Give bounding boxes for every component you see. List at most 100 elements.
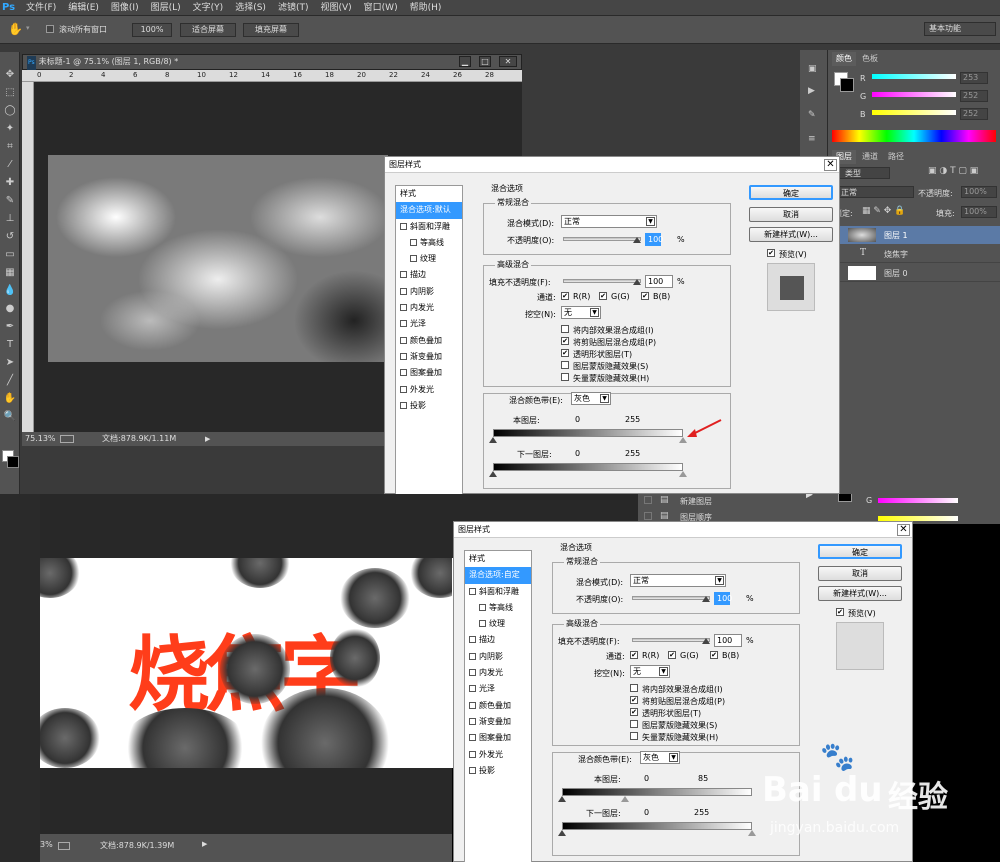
opt-checkbox-5[interactable] <box>561 373 569 381</box>
status-menu-arrow-icon[interactable]: ▶ <box>205 432 210 446</box>
dialog-close-icon[interactable]: ✕ <box>897 524 910 536</box>
fill-opacity-thumb[interactable] <box>702 638 710 644</box>
close-icon[interactable]: ✕ <box>499 56 517 67</box>
preview-checkbox[interactable]: ✔ <box>836 608 844 616</box>
style-item-inner-shadow[interactable]: 内阴影 <box>465 649 531 665</box>
this-layer-black-thumb[interactable] <box>558 796 566 802</box>
move-tool-icon[interactable]: ✥ <box>3 68 17 81</box>
menu-edit[interactable]: 编辑(E) <box>62 0 105 16</box>
menu-filter[interactable]: 滤镜(T) <box>272 0 315 16</box>
new-style-button[interactable]: 新建样式(W)... <box>749 227 833 242</box>
ok-button[interactable]: 确定 <box>749 185 833 200</box>
channel-r-checkbox[interactable]: ✔ <box>630 651 638 659</box>
stamp-tool-icon[interactable]: ⊥ <box>3 212 17 225</box>
blur-tool-icon[interactable]: 💧 <box>3 284 17 297</box>
new-style-button[interactable]: 新建样式(W)... <box>818 586 902 601</box>
style-item-pattern-overlay[interactable]: 图案叠加 <box>396 365 462 381</box>
checkbox[interactable] <box>469 587 476 595</box>
checkbox[interactable] <box>400 320 407 328</box>
fill-screen-button[interactable]: 填充屏幕 <box>243 23 299 37</box>
style-item-blending[interactable]: 混合选项:默认 <box>396 202 462 219</box>
eyedropper-icon[interactable]: ⁄ <box>3 158 17 171</box>
hand-tool-icon[interactable]: ✋ <box>3 392 17 405</box>
menu-window[interactable]: 窗口(W) <box>358 0 404 16</box>
channel-g-checkbox[interactable]: ✔ <box>668 651 676 659</box>
style-item-stroke[interactable]: 描边 <box>465 632 531 648</box>
brush-tool-icon[interactable]: ✎ <box>3 194 17 207</box>
status-menu-arrow-icon[interactable]: ▶ <box>202 840 207 848</box>
tool-preset-dropdown[interactable]: ▾ <box>26 24 30 32</box>
fill-opacity-slider[interactable] <box>563 279 641 283</box>
checkbox[interactable] <box>479 603 486 611</box>
layer-kind-filter[interactable]: 类型 <box>834 167 890 179</box>
channel-g-slider[interactable] <box>872 92 956 97</box>
tab-paths[interactable]: 路径 <box>884 150 908 164</box>
opt-checkbox-3[interactable]: ✔ <box>630 708 638 716</box>
checkbox[interactable] <box>469 636 476 644</box>
checkbox[interactable] <box>400 222 407 230</box>
checkbox[interactable] <box>400 271 407 279</box>
this-layer-black-thumb[interactable] <box>489 437 497 443</box>
menu-select[interactable]: 选择(S) <box>229 0 272 16</box>
checkbox[interactable] <box>400 369 407 377</box>
under-layer-black-thumb[interactable] <box>558 830 566 836</box>
checkbox[interactable] <box>469 685 476 693</box>
marquee-tool-icon[interactable]: ⬚ <box>3 86 17 99</box>
line-tool-icon[interactable]: ╱ <box>3 374 17 387</box>
style-item-outer-glow[interactable]: 外发光 <box>465 747 531 763</box>
blend-if-select[interactable]: 灰色 ▼ <box>571 392 611 405</box>
healing-brush-icon[interactable]: ✚ <box>3 176 17 189</box>
magic-wand-icon[interactable]: ✦ <box>3 122 17 135</box>
scroll-all-checkbox[interactable] <box>46 25 54 33</box>
crop-tool-icon[interactable]: ⌗ <box>3 140 17 153</box>
checkbox[interactable] <box>479 620 486 628</box>
knockout-select[interactable]: 无 ▼ <box>630 665 670 678</box>
opt-checkbox-4[interactable] <box>630 720 638 728</box>
tab-channels[interactable]: 通道 <box>858 150 882 164</box>
checkbox[interactable] <box>410 238 417 246</box>
channel-r-value[interactable]: 253 <box>960 72 988 84</box>
style-item-texture[interactable]: 纹理 <box>396 251 462 267</box>
brush-panel-icon[interactable]: ✎ <box>808 110 816 120</box>
style-item-satin[interactable]: 光泽 <box>465 681 531 697</box>
style-item-color-overlay[interactable]: 颜色叠加 <box>396 333 462 349</box>
fill-opacity-input[interactable]: 100 <box>714 634 742 647</box>
tab-swatches[interactable]: 色板 <box>858 52 882 66</box>
opt-checkbox-2[interactable]: ✔ <box>630 696 638 704</box>
style-item-inner-shadow[interactable]: 内阴影 <box>396 284 462 300</box>
menu-file[interactable]: 文件(F) <box>20 0 62 16</box>
style-item-contour[interactable]: 等高线 <box>396 235 462 251</box>
knockout-select[interactable]: 无 ▼ <box>561 306 601 319</box>
opacity-input[interactable]: 100 <box>645 233 663 246</box>
blend-if-select[interactable]: 灰色 ▼ <box>640 751 680 764</box>
style-item-satin[interactable]: 光泽 <box>396 316 462 332</box>
opt-checkbox-1[interactable] <box>561 325 569 333</box>
fill-opacity-thumb[interactable] <box>633 279 641 285</box>
style-item-inner-glow[interactable]: 内发光 <box>396 300 462 316</box>
checkbox[interactable] <box>410 255 417 263</box>
cancel-button[interactable]: 取消 <box>818 566 902 581</box>
hand-tool-icon[interactable]: ✋ <box>8 22 23 36</box>
history-brush-icon[interactable]: ↺ <box>3 230 17 243</box>
menu-help[interactable]: 帮助(H) <box>404 0 448 16</box>
checkbox[interactable] <box>469 652 476 660</box>
filter-icons[interactable]: ▣ ◑ T ▢ ▣ <box>928 166 978 176</box>
style-item-bevel[interactable]: 斜面和浮雕 <box>465 584 531 600</box>
checkbox[interactable] <box>400 287 407 295</box>
menu-type[interactable]: 文字(Y) <box>187 0 230 16</box>
color-spectrum[interactable] <box>832 130 996 142</box>
style-item-outer-glow[interactable]: 外发光 <box>396 382 462 398</box>
style-item-pattern-overlay[interactable]: 图案叠加 <box>465 730 531 746</box>
layer-row-1[interactable]: ◉ 图层 1 <box>828 226 1000 244</box>
checkbox[interactable] <box>469 750 476 758</box>
fill-opacity-slider[interactable] <box>632 638 710 642</box>
style-item-blending[interactable]: 混合选项:自定 <box>465 567 531 584</box>
opt-checkbox-4[interactable] <box>561 361 569 369</box>
style-item-contour[interactable]: 等高线 <box>465 600 531 616</box>
tab-color[interactable]: 颜色 <box>832 52 856 66</box>
opacity-input[interactable]: 100% <box>961 186 997 198</box>
opacity-slider-thumb[interactable] <box>633 237 641 243</box>
pen-tool-icon[interactable]: ✒ <box>3 320 17 333</box>
opacity-input[interactable]: 100 <box>714 592 732 605</box>
channel-g-value[interactable]: 252 <box>960 90 988 102</box>
